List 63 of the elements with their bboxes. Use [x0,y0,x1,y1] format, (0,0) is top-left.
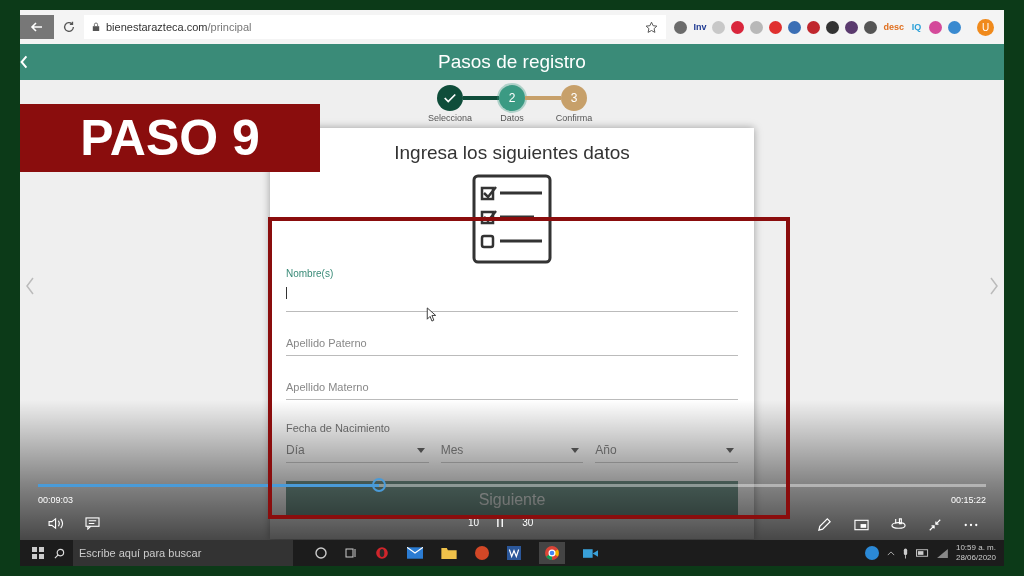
volume-icon[interactable] [48,517,65,530]
extension-icon[interactable] [864,20,878,34]
caret-icon [571,447,580,453]
extension-icon[interactable]: IQ [910,20,923,34]
opera-icon[interactable] [375,546,389,560]
header-title: Pasos de registro [438,51,586,73]
reload-icon[interactable] [62,20,76,34]
step-label: Datos [500,113,524,123]
pencil-icon[interactable] [817,517,832,532]
birthdate-label: Fecha de Nacimiento [286,422,391,434]
extension-icon[interactable] [807,20,821,34]
captions-icon[interactable] [85,517,100,530]
folder-icon[interactable] [441,547,457,559]
mail-icon[interactable] [407,547,423,559]
search-icon [54,547,65,559]
dropdown[interactable]: Año [595,440,738,463]
more-icon[interactable] [964,522,978,527]
caret-icon [416,447,425,453]
extension-icon[interactable]: Inv [693,20,707,34]
chrome-icon[interactable] [539,542,565,564]
lock-icon [92,22,100,32]
checklist-icon [472,174,552,264]
chevron-up-icon[interactable] [886,550,895,556]
dropdown[interactable]: Mes [440,440,584,463]
task-view-icon[interactable] [345,547,357,559]
windows-start-icon[interactable] [32,547,44,559]
progress-track[interactable] [38,484,986,487]
taskbar-search-field[interactable]: Escribe aquí para buscar [73,540,293,566]
wifi-icon[interactable] [936,548,948,558]
battery-icon[interactable] [915,549,929,557]
total-time: 00:15:22 [950,495,986,505]
step-label: Selecciona [428,113,472,123]
picture-in-picture-icon[interactable] [854,518,869,531]
text-field[interactable]: Apellido Materno [286,356,738,400]
back-icon[interactable] [20,15,54,39]
step-circle: 2 [499,85,525,111]
elapsed-time: 00:09:03 [38,495,74,505]
bookmark-star-icon[interactable] [645,20,659,34]
text-field[interactable]: Nombre(s) [286,268,738,312]
profile-avatar[interactable]: U [977,18,994,36]
dropdown[interactable]: Día [286,440,429,463]
extension-icon[interactable] [845,20,859,34]
form-title: Ingresa los siguientes datos [393,142,631,164]
extension-icon[interactable]: desc [883,20,904,34]
mouse-cursor-icon [426,307,436,322]
collapse-icon[interactable] [928,517,942,532]
microphone-icon[interactable] [902,547,908,559]
caret-icon [726,447,734,453]
clock-time: 10:59 a. m. [955,543,996,553]
cortana-icon[interactable] [315,547,327,559]
back-chevron-icon[interactable] [20,54,28,70]
step-label: Confirma [555,113,593,123]
step-banner: PASO 9 [20,104,320,172]
address-bar[interactable]: bienestarazteca.com/principal [84,15,667,39]
word-icon[interactable] [507,546,521,560]
check-icon [443,91,457,105]
progress-handle[interactable] [372,478,387,492]
extension-icon[interactable] [826,20,840,34]
video-camera-icon[interactable] [583,547,598,559]
pause-icon[interactable] [497,518,505,527]
url-text: bienestarazteca.com/principal [106,21,253,33]
clock-date: 28/06/2020 [955,553,996,563]
step-circle: 3 [561,85,587,111]
